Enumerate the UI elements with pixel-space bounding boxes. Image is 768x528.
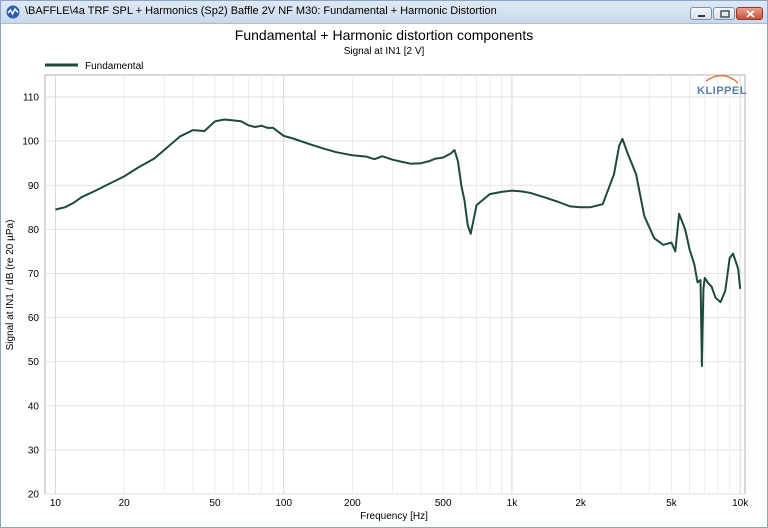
x-tick-label: 5k (666, 498, 678, 509)
x-tick-label: 20 (119, 498, 131, 509)
y-tick-label: 50 (28, 357, 40, 368)
minimize-icon (698, 15, 705, 17)
y-tick-label: 60 (28, 313, 40, 324)
x-tick-label: 50 (209, 498, 221, 509)
maximize-icon (720, 10, 730, 18)
window-title: \BAFFLE\4a TRF SPL + Harmonics (Sp2) Baf… (25, 5, 497, 17)
x-tick-label: 100 (275, 498, 292, 509)
x-tick-label: 10k (732, 498, 749, 509)
y-tick-label: 30 (28, 445, 40, 456)
close-button[interactable] (736, 7, 763, 20)
y-axis: 20 30 40 50 60 70 80 90 100 110 (22, 93, 39, 501)
x-axis-label: Frequency [Hz] (360, 511, 428, 522)
legend-label: Fundamental (85, 61, 143, 72)
maximize-button[interactable] (713, 7, 735, 20)
y-tick-label: 110 (23, 93, 39, 104)
y-tick-label: 80 (28, 225, 40, 236)
y-tick-label: 40 (28, 401, 40, 412)
chart-subtitle: Signal at IN1 [2 V] (344, 46, 425, 57)
chart: Fundamental + Harmonic distortion compon… (5, 27, 749, 522)
title-bar[interactable]: \BAFFLE\4a TRF SPL + Harmonics (Sp2) Baf… (1, 1, 767, 24)
x-tick-label: 1k (507, 498, 519, 509)
chart-title: Fundamental + Harmonic distortion compon… (235, 27, 533, 43)
y-axis-label: Signal at IN1 / dB (re 20 µPa) (5, 220, 16, 351)
x-tick-label: 200 (344, 498, 361, 509)
plot-area (44, 74, 746, 495)
y-tick-label: 20 (28, 490, 40, 501)
app-icon (6, 5, 20, 19)
close-icon (746, 10, 755, 18)
x-tick-label: 10 (50, 498, 62, 509)
legend: Fundamental (45, 61, 143, 72)
x-tick-label: 500 (435, 498, 452, 509)
y-tick-label: 70 (28, 269, 40, 280)
svg-text:KLIPPEL: KLIPPEL (697, 85, 747, 97)
y-tick-label: 90 (28, 181, 40, 192)
y-tick-label: 100 (22, 137, 39, 148)
x-tick-label: 2k (575, 498, 587, 509)
minimize-button[interactable] (690, 7, 712, 20)
application-window: \BAFFLE\4a TRF SPL + Harmonics (Sp2) Baf… (0, 0, 768, 528)
x-axis: 10 20 50 100 200 500 1k 2k 5k 10k (50, 498, 749, 509)
